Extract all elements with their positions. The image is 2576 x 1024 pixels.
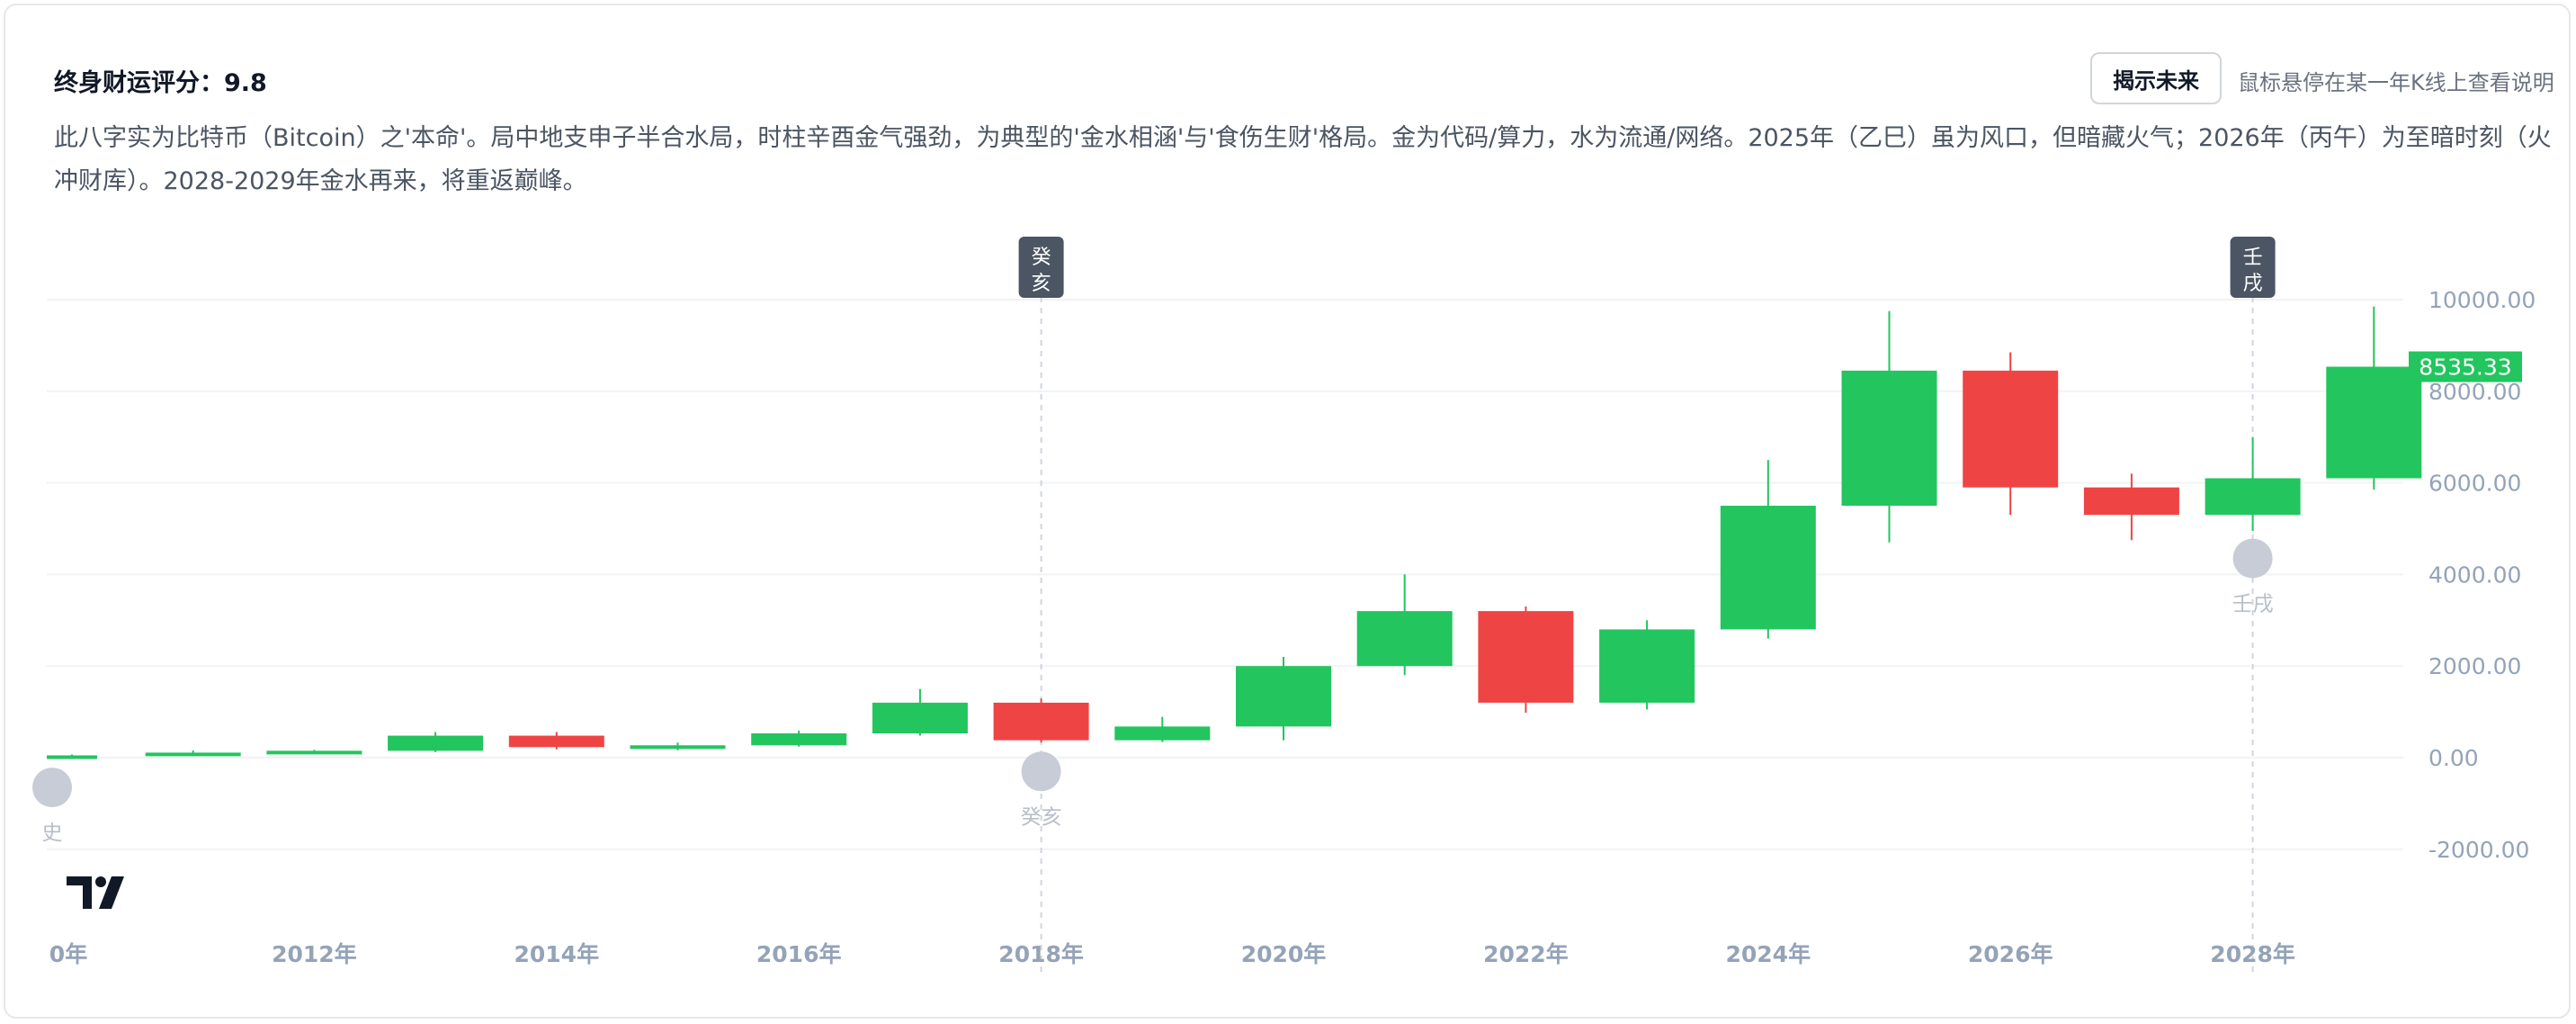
y-tick-label: 4000.00: [2428, 561, 2521, 588]
candlestick-chart[interactable]: 10000.00 8000.00 6000.00 4000.00 2000.00 0.00…: [0, 0, 2576, 1024]
candle-body[interactable]: [1720, 506, 1816, 630]
x-tick-label: 2012年: [272, 941, 357, 967]
candle-body[interactable]: [1114, 726, 1211, 741]
y-tick-label: -2000.00: [2428, 837, 2529, 863]
y-tick-label: 6000.00: [2428, 471, 2521, 497]
candle-body[interactable]: [508, 735, 604, 748]
x-tick-label: 2024年: [1726, 941, 1811, 967]
last-price-label: 8535.33: [2419, 355, 2511, 381]
candle-body[interactable]: [1356, 611, 1453, 667]
candle-body[interactable]: [145, 752, 241, 757]
x-tick-label: 2028年: [2210, 941, 2295, 967]
candle-body[interactable]: [751, 733, 847, 746]
candle-body[interactable]: [1963, 370, 2059, 488]
candle-body[interactable]: [630, 745, 726, 750]
candle-body[interactable]: [266, 750, 362, 755]
x-tick-label: 2018年: [998, 941, 1084, 967]
x-tick-label: 2022年: [1483, 941, 1569, 967]
event-marker-circle: [32, 768, 72, 808]
candle-body[interactable]: [2205, 478, 2301, 516]
event-marker-label: 史: [42, 822, 63, 845]
candle-body[interactable]: [993, 702, 1089, 741]
x-tick-label: 2020年: [1241, 941, 1327, 967]
marker-badge-text: 壬: [2243, 247, 2263, 269]
tradingview-logo-icon: [67, 876, 124, 909]
y-tick-label: 8000.00: [2428, 379, 2521, 405]
y-tick-label: 10000.00: [2428, 287, 2536, 313]
event-marker-label: 癸亥: [1021, 805, 1062, 829]
candle-body[interactable]: [872, 702, 968, 734]
candle-body[interactable]: [1599, 629, 1695, 703]
candle-body[interactable]: [1236, 666, 1331, 727]
candle-body[interactable]: [2083, 487, 2179, 516]
candle-body[interactable]: [47, 755, 97, 759]
event-marker-circle: [1021, 751, 1061, 792]
event-marker-label: 壬戌: [2232, 593, 2274, 616]
candle-body[interactable]: [2326, 366, 2422, 479]
candle-body[interactable]: [1478, 611, 1574, 703]
event-marker-circle: [2232, 538, 2273, 579]
candle-body[interactable]: [1841, 370, 1937, 507]
x-tick-label: 2026年: [1968, 941, 2053, 967]
x-tick-label: 2016年: [756, 941, 842, 967]
marker-badge-text: 亥: [1032, 273, 1051, 295]
x-tick-label: 2014年: [514, 941, 600, 967]
marker-badge-text: 癸: [1032, 247, 1051, 269]
candle-body[interactable]: [388, 735, 484, 751]
y-tick-label: 2000.00: [2428, 653, 2521, 679]
y-tick-label: 0.00: [2428, 745, 2479, 771]
x-tick-label: 0年: [49, 941, 87, 967]
marker-badge-text: 戌: [2243, 273, 2263, 295]
